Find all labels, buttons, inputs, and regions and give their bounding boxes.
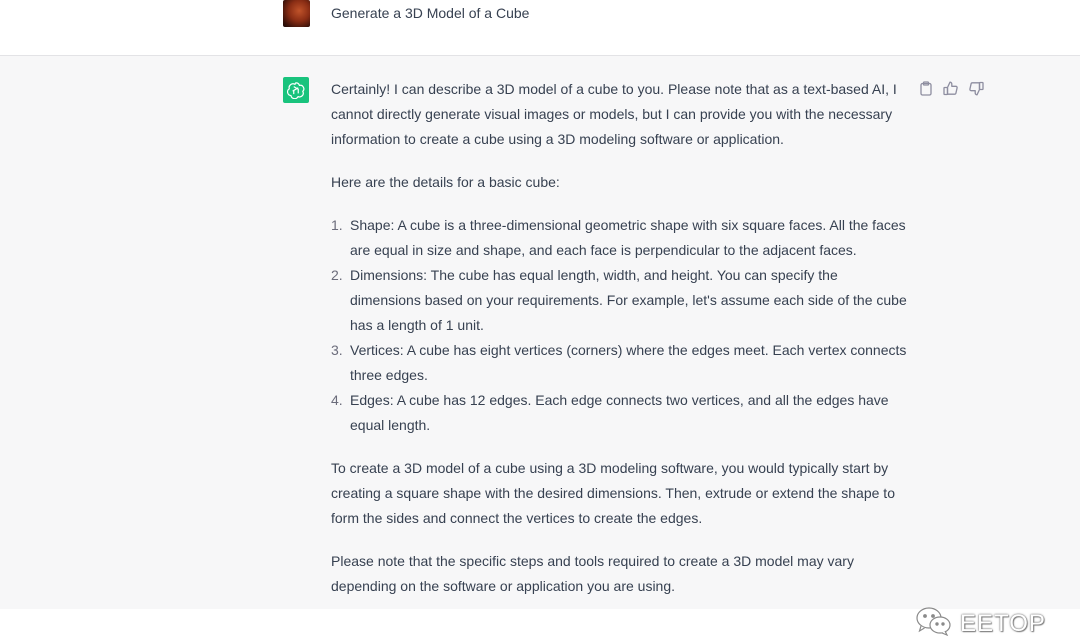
list-item: 1. Shape: A cube is a three-dimensional … [331,213,911,263]
watermark: EETOP [914,605,1046,642]
list-item-text: Dimensions: The cube has equal length, w… [350,267,907,333]
thumbs-down-icon[interactable] [968,80,984,96]
chatgpt-logo-icon [283,77,309,103]
note-paragraph: Please note that the specific steps and … [331,553,854,594]
assistant-message-row: Certainly! I can describe a 3D model of … [0,56,1080,637]
thumbs-up-icon[interactable] [943,80,959,96]
wechat-icon [914,605,954,642]
user-message-text: Generate a 3D Model of a Cube [331,5,530,21]
list-item: 4. Edges: A cube has 12 edges. Each edge… [331,388,911,438]
list-item-number: 1. [331,217,343,233]
list-item-number: 4. [331,392,343,408]
user-avatar [283,0,310,27]
watermark-text: EETOP [960,609,1046,637]
list-item: 3. Vertices: A cube has eight vertices (… [331,338,911,388]
list-item-text: Edges: A cube has 12 edges. Each edge co… [350,392,889,433]
list-item-text: Shape: A cube is a three-dimensional geo… [350,217,906,258]
assistant-message-content: Certainly! I can describe a 3D model of … [331,77,911,617]
list-item-number: 3. [331,342,343,358]
details-lead: Here are the details for a basic cube: [331,174,560,190]
user-message-row: Generate a 3D Model of a Cube [0,0,1080,56]
create-paragraph: To create a 3D model of a cube using a 3… [331,460,895,526]
list-item-number: 2. [331,267,343,283]
message-actions [918,80,984,96]
details-list: 1. Shape: A cube is a three-dimensional … [331,213,911,438]
clipboard-icon[interactable] [918,80,934,96]
list-item-text: Vertices: A cube has eight vertices (cor… [350,342,907,383]
intro-paragraph: Certainly! I can describe a 3D model of … [331,81,897,147]
list-item: 2. Dimensions: The cube has equal length… [331,263,911,338]
